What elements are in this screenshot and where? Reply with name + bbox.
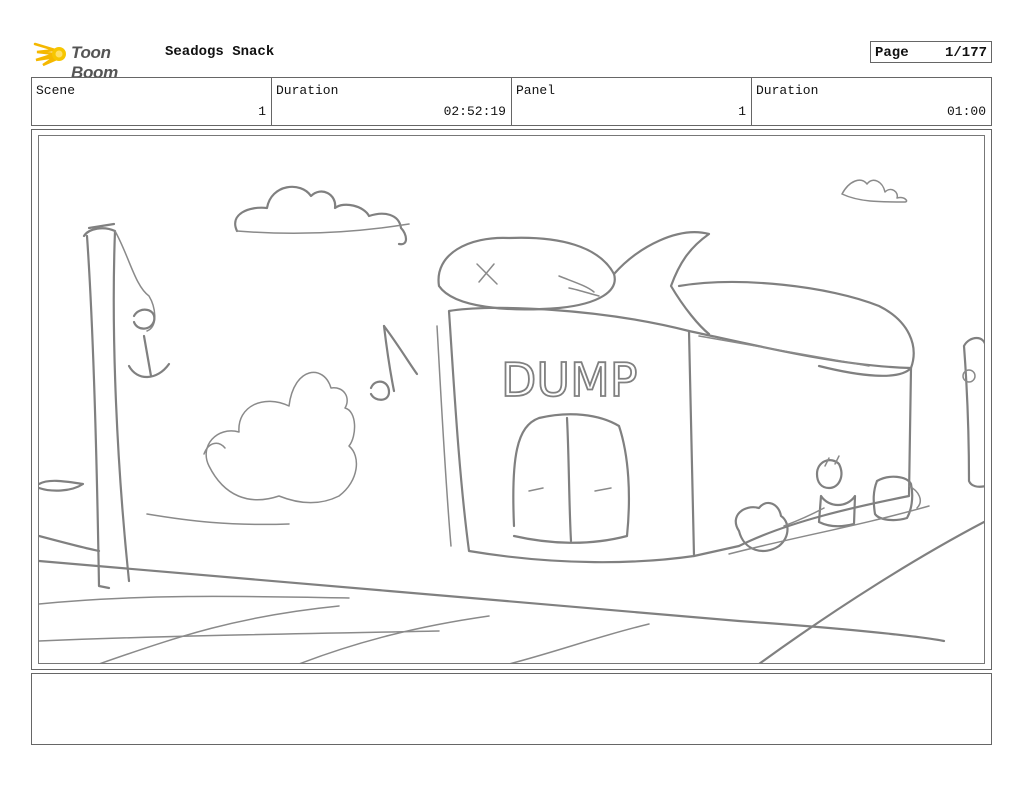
scene-duration-cell: Duration 02:52:19 (272, 78, 512, 125)
panel-cell: Panel 1 (512, 78, 752, 125)
scene-cell: Scene 1 (32, 78, 272, 125)
background-bush (205, 371, 358, 504)
page-label: Page (875, 45, 909, 61)
dump-sign: DUMP (501, 353, 638, 407)
panel-value: 1 (738, 104, 746, 119)
toon-boom-logo: Toon Boom (33, 38, 157, 82)
cloud-right (841, 179, 908, 203)
character-sketch (815, 459, 843, 490)
scene-duration-value: 02:52:19 (443, 104, 506, 119)
project-title: Seadogs Snack (165, 44, 275, 60)
panel-label: Panel (516, 83, 556, 98)
sketch-drawing: DUMP (39, 179, 984, 663)
panel-duration-label: Duration (756, 83, 819, 98)
scene-info-row: Scene 1 Duration 02:52:19 Panel 1 Durati… (31, 77, 992, 126)
page-indicator: Page 1/177 (870, 41, 992, 63)
scene-value: 1 (258, 104, 266, 119)
panel-frame: DUMP (31, 129, 992, 670)
panel-image: DUMP (38, 135, 985, 664)
cloud-left (234, 185, 408, 246)
dump-building (447, 306, 696, 564)
scene-duration-label: Duration (276, 83, 339, 98)
scene-label: Scene (36, 83, 76, 98)
panel-notes-box (31, 673, 992, 745)
page-number: 1/177 (944, 45, 987, 61)
comet-icon (33, 42, 66, 67)
panel-duration-value: 01:00 (946, 104, 986, 119)
storyboard-header: Toon Boom Seadogs Snack Page 1/177 (31, 36, 992, 82)
panel-duration-cell: Duration 01:00 (752, 78, 991, 125)
